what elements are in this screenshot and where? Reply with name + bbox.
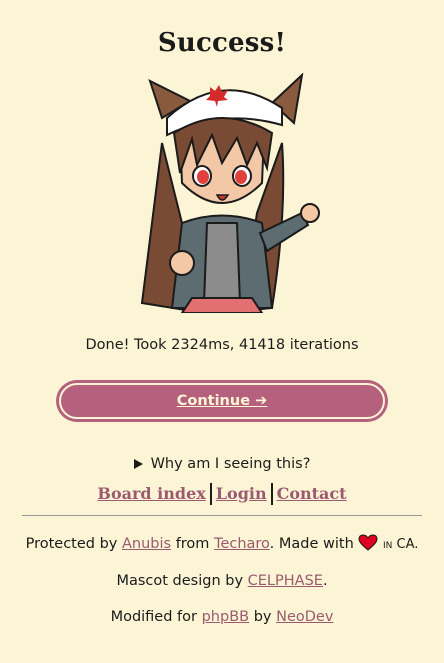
why-details-label[interactable]: Why am I seeing this? [151,454,311,474]
triangle-right-icon [133,459,143,469]
continue-button[interactable]: Continue ➔ [56,380,388,422]
page-title: Success! [157,28,287,58]
celphase-link[interactable]: CELPHASE [248,573,323,589]
anubis-link[interactable]: Anubis [122,536,171,552]
footer-protected-line: Protected by Anubis from Techaro. Made w… [22,534,422,555]
made-with-text: . Made with [269,536,354,552]
footer-mascot-line: Mascot design by CELPHASE. [22,571,422,591]
techaro-link[interactable]: Techaro [214,536,270,552]
page-container: Success! Done! Took 2324ms, 41418 iterat [0,0,444,627]
status-message: Done! Took 2324ms, 41418 iterations [85,337,359,353]
login-link[interactable]: Login [212,482,271,506]
protected-by-text: Protected by [25,536,118,552]
why-details-summary[interactable]: Why am I seeing this? [22,454,422,474]
modified-for-text: Modified for [110,609,197,625]
from-text: from [175,536,210,552]
board-index-link[interactable]: Board index [93,482,209,506]
phpbb-link[interactable]: phpBB [202,609,250,625]
footer-modified-line: Modified for phpBB by NeoDev [22,607,422,627]
neodev-link[interactable]: NeoDev [276,609,333,625]
in-ca-text: in CA. [383,537,419,552]
board-links: Board index Login Contact [22,482,422,506]
mascot-image [140,73,320,313]
heart-icon [358,534,378,551]
by-text: by [253,609,272,625]
mascot-design-text: Mascot design by [116,573,244,589]
contact-link[interactable]: Contact [273,482,351,506]
period-text: . [322,573,328,589]
continue-button-label[interactable]: Continue ➔ [59,383,385,419]
footer-divider [22,515,422,516]
